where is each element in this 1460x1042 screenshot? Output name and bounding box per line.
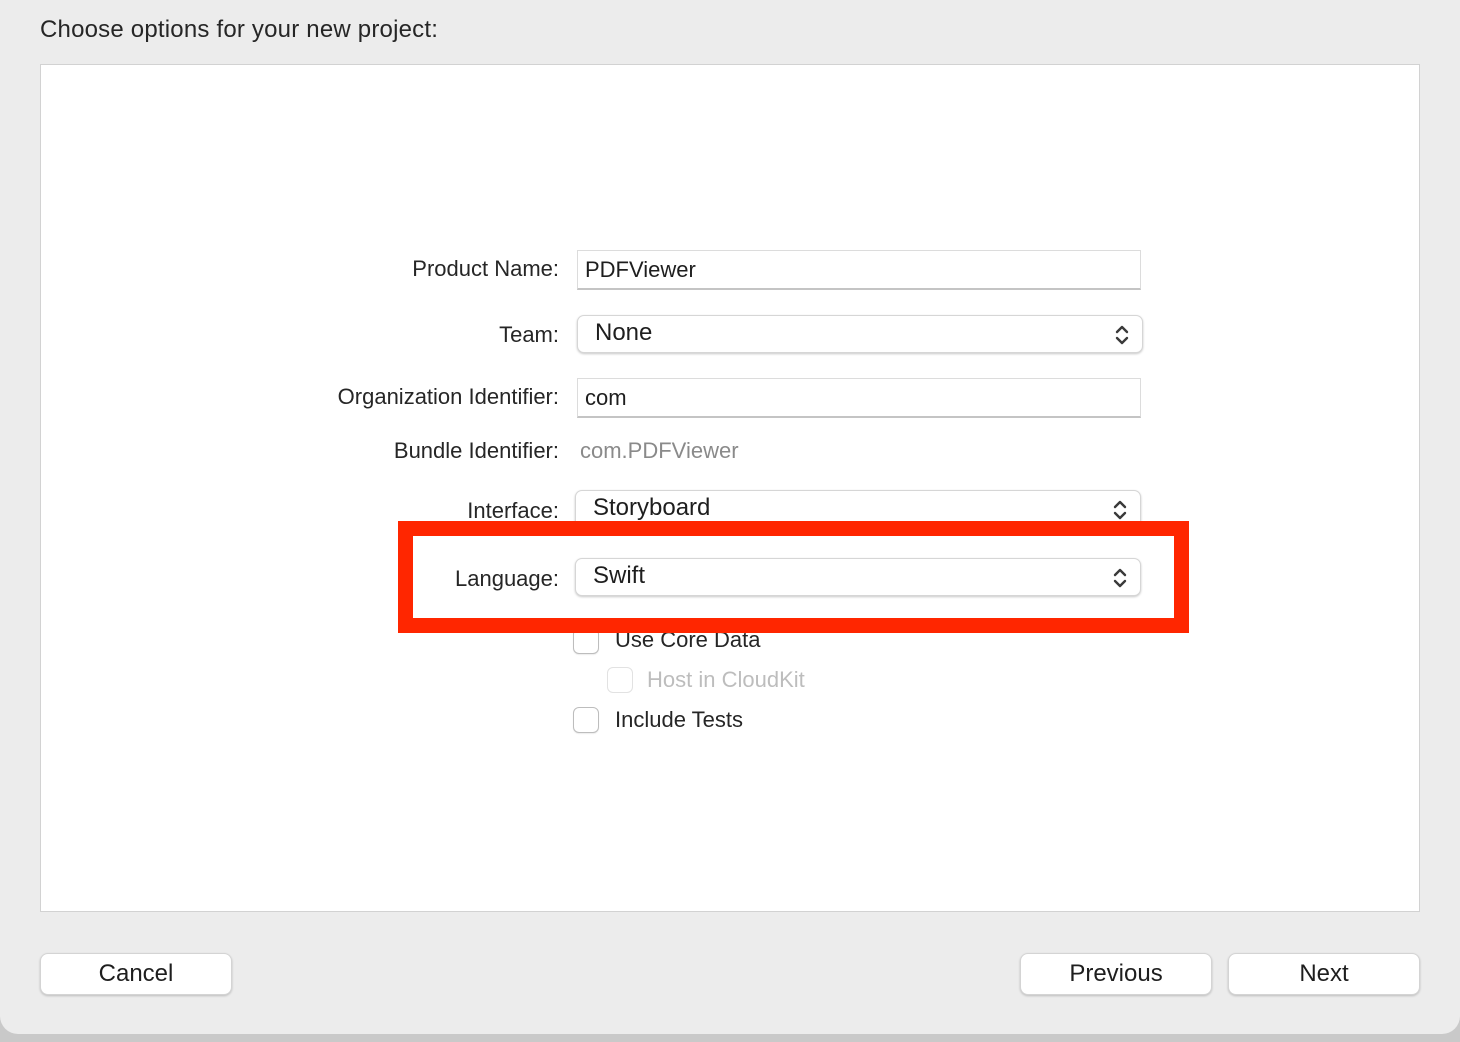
next-button[interactable]: Next xyxy=(1228,953,1420,995)
new-project-sheet: Choose options for your new project: Pro… xyxy=(0,0,1460,1034)
include-tests-label[interactable]: Include Tests xyxy=(615,707,743,733)
interface-label: Interface: xyxy=(467,498,559,523)
team-popup-value: None xyxy=(595,319,653,346)
chevron-up-down-icon xyxy=(1113,500,1127,520)
organization-identifier-field[interactable] xyxy=(577,378,1141,418)
language-label: Language: xyxy=(455,566,559,591)
dialog-title: Choose options for your new project: xyxy=(40,16,439,43)
previous-button[interactable]: Previous xyxy=(1020,953,1212,995)
chevron-up-down-icon xyxy=(1115,325,1129,345)
product-name-field[interactable] xyxy=(577,250,1141,290)
team-label: Team: xyxy=(499,322,559,347)
language-popup[interactable]: Swift xyxy=(575,558,1141,596)
cancel-button[interactable]: Cancel xyxy=(40,953,232,995)
interface-popup[interactable]: Storyboard xyxy=(575,490,1141,528)
use-core-data-checkbox[interactable] xyxy=(573,628,599,654)
team-popup[interactable]: None xyxy=(577,315,1143,353)
bundle-identifier-value: com.PDFViewer xyxy=(580,438,739,463)
bundle-identifier-label: Bundle Identifier: xyxy=(393,438,559,463)
product-name-label: Product Name: xyxy=(412,256,559,281)
language-popup-value: Swift xyxy=(593,562,646,589)
interface-popup-value: Storyboard xyxy=(593,494,711,521)
use-core-data-label[interactable]: Use Core Data xyxy=(615,627,761,653)
include-tests-checkbox[interactable] xyxy=(573,707,599,733)
chevron-up-down-icon xyxy=(1113,568,1127,588)
organization-identifier-label: Organization Identifier: xyxy=(337,384,559,409)
options-panel: Product Name: Team: None Organization Id… xyxy=(40,64,1420,912)
host-in-cloudkit-label: Host in CloudKit xyxy=(647,667,805,692)
host-in-cloudkit-checkbox xyxy=(607,667,633,693)
